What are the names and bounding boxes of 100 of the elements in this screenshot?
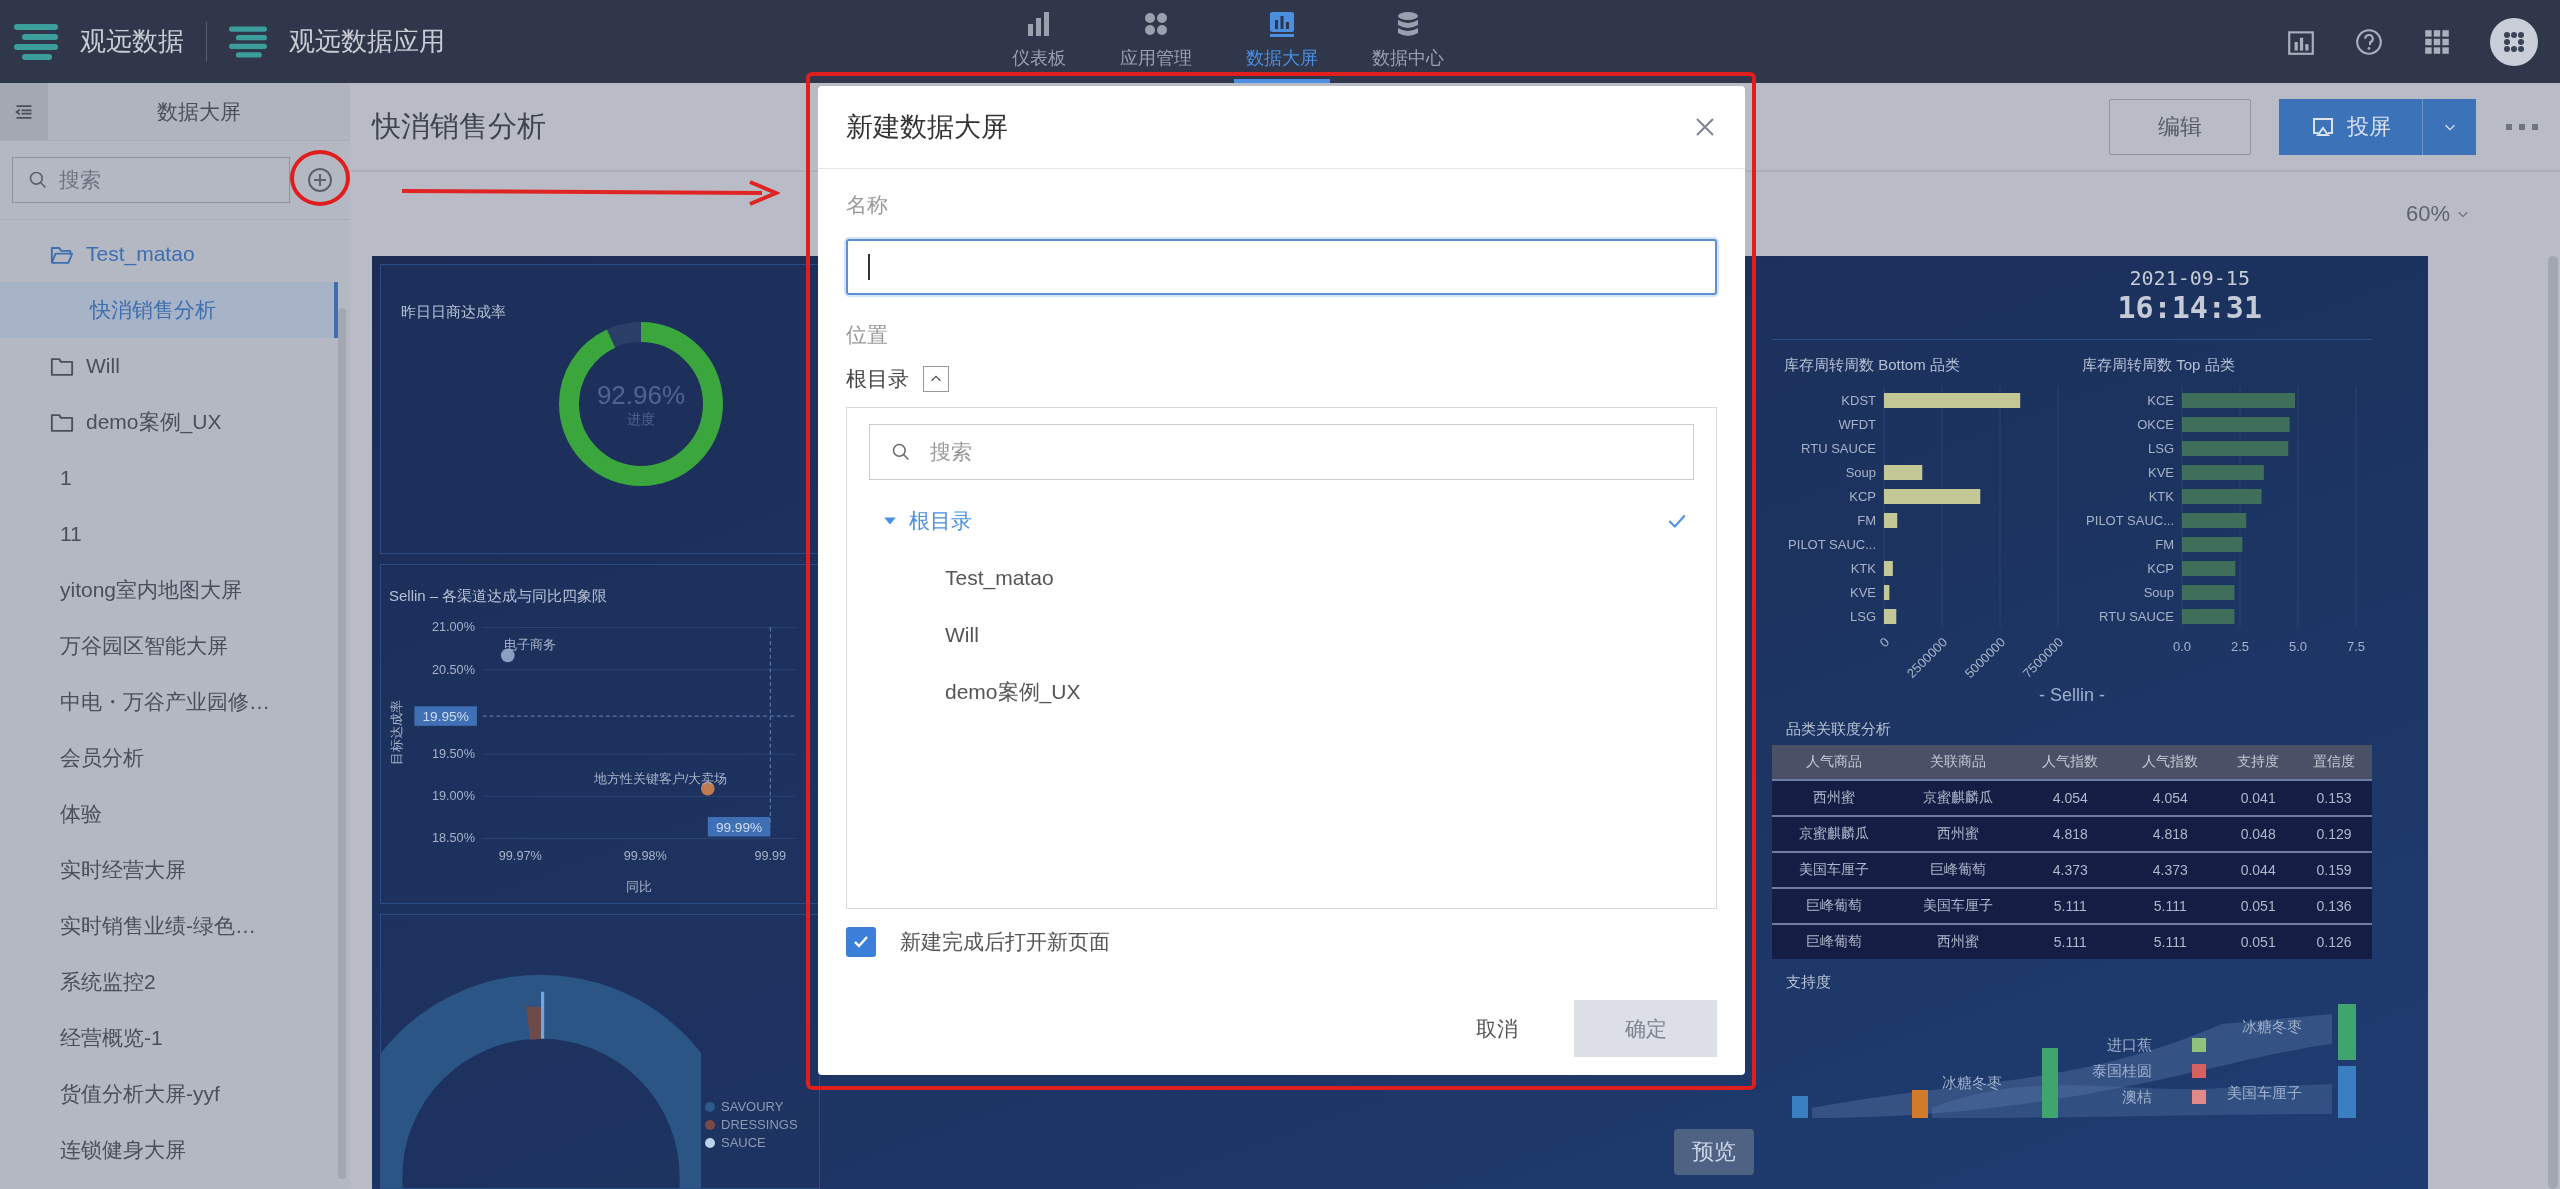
bar [2182, 513, 2247, 528]
cast-menu-button[interactable] [2422, 98, 2476, 155]
nav-tab[interactable]: 数据中心 [1360, 0, 1456, 83]
table-cell: 0.136 [2296, 888, 2372, 924]
legend-label: SAUCE [721, 1135, 766, 1150]
tree-item[interactable]: yitong室内地图大屏 [0, 562, 338, 618]
tree-item[interactable]: 实时经营大屏 [0, 842, 338, 898]
tree-item[interactable]: 实时销售业绩-绿色… [0, 898, 338, 954]
collapse-button[interactable] [0, 83, 48, 140]
column-header: 人气指数 [2020, 745, 2121, 780]
tree-item[interactable]: 连锁健身大屏 [0, 1122, 338, 1178]
edit-button[interactable]: 编辑 [2109, 98, 2251, 155]
tree-item[interactable]: 系统监控2 [0, 954, 338, 1010]
cast-button[interactable]: 投屏 [2279, 98, 2422, 155]
tree-item[interactable]: 会员分析 [0, 730, 338, 786]
category-label: KTK [1850, 561, 1876, 576]
dialog-title: 新建数据大屏 [846, 111, 1008, 144]
time-display: 16:14:31 [2117, 290, 2262, 325]
bar [1884, 465, 1923, 480]
avatar-icon[interactable] [2490, 17, 2538, 66]
location-value: 根目录 [846, 366, 909, 392]
table-cell: 5.111 [2120, 924, 2221, 959]
sidebar-title: 数据大屏 [156, 98, 242, 125]
table-cell: 0.041 [2220, 780, 2297, 816]
scrollbar[interactable] [338, 308, 346, 1179]
tree-item[interactable]: 快消销售分析 [0, 282, 338, 338]
zoom-select[interactable]: 60% [2405, 201, 2470, 227]
column-header: 置信度 [2296, 745, 2372, 780]
bar [2182, 561, 2236, 576]
cancel-button[interactable]: 取消 [1456, 1000, 1538, 1057]
tick-label: 5.0 [2288, 639, 2308, 654]
bar [2182, 585, 2235, 600]
bar [1884, 513, 1898, 528]
table-cell: 5.111 [2020, 924, 2121, 959]
column-header: 人气指数 [2120, 745, 2221, 780]
search-field[interactable]: 搜索 [869, 424, 1694, 480]
bar [1884, 561, 1893, 576]
category-label: LSG [2148, 441, 2174, 456]
more-icon[interactable] [2504, 121, 2540, 132]
table-title: 品类关联度分析 [1786, 720, 1892, 739]
category-label: LSG [1850, 609, 1876, 624]
tree-item[interactable]: 经营概览-1 [0, 1010, 338, 1066]
name-field[interactable] [846, 239, 1717, 295]
table-cell: 4.054 [2020, 780, 2121, 816]
category-label: KCP [1849, 489, 1876, 504]
table-cell: 巨峰葡萄 [1772, 924, 1897, 959]
tree-item[interactable]: Will [0, 338, 338, 394]
nav-tab[interactable]: 应用管理 [1108, 0, 1204, 83]
category-label: FM [1857, 513, 1876, 528]
tree-item[interactable]: Will [869, 606, 1694, 663]
category-label: KTK [2148, 489, 2174, 504]
tree-item[interactable]: 1 [0, 450, 338, 506]
ref-line-label: 99.99% [715, 819, 763, 835]
page-title: 快消销售分析 [372, 108, 546, 144]
table-cell: 0.129 [2296, 816, 2372, 852]
ref-line-label: 19.95% [422, 708, 469, 724]
app-logo-icon [229, 23, 267, 60]
app-name[interactable]: 观远数据应用 [289, 24, 445, 59]
table-cell: 美国车厘子 [1772, 852, 1897, 888]
axis-title: 同比 [626, 880, 653, 895]
tick-label: 7.5 [2346, 639, 2366, 654]
tree-item[interactable]: 体验 [0, 786, 338, 842]
toggle-button[interactable] [923, 366, 949, 392]
tree-item[interactable]: Test_matao [0, 226, 338, 282]
tree-item[interactable]: 11 [0, 506, 338, 562]
category-label: PILOT SAUC... [2086, 513, 2174, 528]
tree-item[interactable]: Test_matao [869, 549, 1694, 606]
point-label: 电子商务 [503, 638, 556, 653]
chart-title: 库存周转周数 Bottom 品类 [1784, 356, 1961, 375]
tree-item[interactable]: 万谷园区智能大屏 [0, 618, 338, 674]
folder-icon [50, 355, 74, 377]
search-icon [28, 170, 48, 190]
section-label: - Sellin - [2038, 685, 2106, 706]
category-label: KVE [1850, 585, 1876, 600]
table-cell: 京蜜麒麟瓜 [1896, 780, 2021, 816]
bar [1884, 585, 1890, 600]
tree-item[interactable]: demo案例_UX [869, 663, 1694, 720]
nav-tab[interactable]: 仪表板 [1000, 0, 1078, 83]
folder-icon [50, 411, 74, 433]
tree-item[interactable]: 货值分析大屏-yyf [0, 1066, 338, 1122]
table-cell: 0.051 [2220, 924, 2297, 959]
help-icon[interactable] [2354, 26, 2384, 57]
panel-title: Sellin – 各渠道达成与同比四象限 [389, 587, 609, 606]
tree-item[interactable]: 根目录 [869, 492, 1694, 549]
bar [1884, 609, 1897, 624]
search-field[interactable]: 搜索 [12, 157, 290, 203]
column-header: 关联商品 [1896, 745, 2021, 780]
column-header: 人气商品 [1772, 745, 1897, 780]
table-cell: 0.126 [2296, 924, 2372, 959]
table-cell: 5.111 [2020, 888, 2121, 924]
tree-item[interactable]: demo案例_UX [0, 394, 338, 450]
preview-button[interactable]: 预览 [1674, 1129, 1754, 1175]
nav-tab[interactable]: 数据大屏 [1234, 0, 1330, 83]
chart-title: 库存周转周数 Top 品类 [2082, 356, 2236, 375]
table-cell: 西州蜜 [1772, 780, 1897, 816]
tick-label: 19.50% [431, 746, 475, 761]
field-label: 位置 [846, 322, 889, 348]
tree-item[interactable]: 中电・万谷产业园修… [0, 674, 338, 730]
checkbox[interactable] [846, 927, 876, 957]
table-cell: 美国车厘子 [1896, 888, 2021, 924]
